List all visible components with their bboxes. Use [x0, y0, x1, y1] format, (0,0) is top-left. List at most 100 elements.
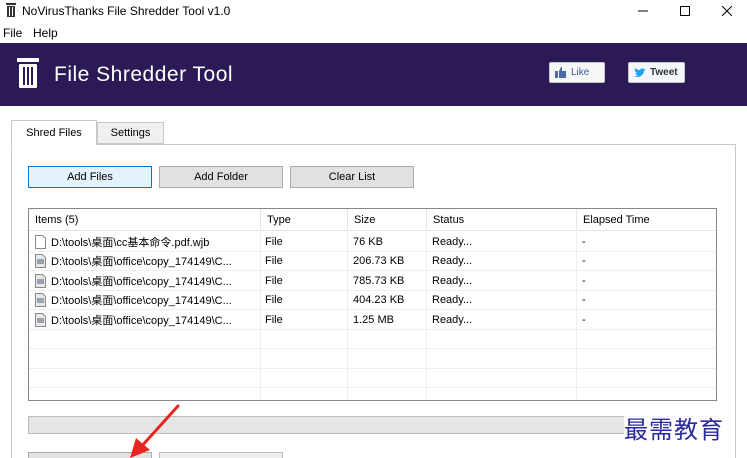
- item-elapsed-time-cell: -: [577, 232, 716, 251]
- empty-table-row[interactable]: [29, 349, 716, 369]
- item-elapsed-time-cell: -: [577, 271, 716, 290]
- facebook-like-button[interactable]: Like: [549, 62, 605, 83]
- item-size-cell: 206.73 KB: [348, 251, 427, 271]
- menu-bar: File Help: [0, 24, 747, 42]
- table-row[interactable]: D:\tools\桌面\office\copy_174149\C... File 1…: [29, 310, 716, 330]
- item-path-cell: [29, 368, 261, 388]
- item-type-cell: [261, 388, 348, 400]
- item-size-cell: [348, 349, 427, 368]
- item-type-cell: [261, 349, 348, 368]
- file-icon: [35, 254, 46, 268]
- item-type: File: [265, 255, 283, 267]
- item-type-cell: File: [261, 310, 348, 329]
- like-label: Like: [571, 67, 590, 78]
- tweet-button[interactable]: Tweet: [628, 62, 685, 83]
- item-elapsed-time-cell: [577, 349, 716, 368]
- item-size: 206.73 KB: [353, 255, 405, 267]
- thumbs-up-icon: [555, 67, 566, 78]
- item-type-cell: [261, 368, 348, 388]
- table-row[interactable]: D:\tools\桌面\office\copy_174149\C... File 2…: [29, 251, 716, 271]
- item-status: Ready...: [432, 274, 473, 287]
- maximize-icon: [680, 6, 690, 16]
- column-type[interactable]: Type: [261, 209, 348, 231]
- item-path: D:\tools\桌面\office\copy_174149\C...: [51, 314, 232, 327]
- item-path: D:\tools\桌面\office\copy_174149\C...: [51, 256, 232, 268]
- table-row[interactable]: D:\tools\桌面\office\copy_174149\C... File 4…: [29, 290, 716, 310]
- column-status[interactable]: Status: [427, 209, 577, 231]
- item-path-cell: D:\tools\桌面\office\copy_174149\C...: [29, 310, 261, 329]
- file-icon: [35, 273, 46, 288]
- item-elapsed-time: -: [582, 235, 586, 248]
- item-size-cell: 76 KB: [348, 232, 427, 251]
- item-status: Ready...: [432, 255, 473, 267]
- maximize-button[interactable]: [666, 0, 704, 22]
- item-path-cell: [29, 329, 261, 349]
- item-path-cell: D:\tools\桌面\cc基本命令.pdf.wjb: [29, 232, 261, 251]
- table-row[interactable]: D:\tools\桌面\office\copy_174149\C... File 7…: [29, 271, 716, 291]
- file-icon: [35, 312, 46, 327]
- tab-shred-files[interactable]: Shred Files: [11, 120, 97, 145]
- item-size-cell: [348, 388, 427, 400]
- item-elapsed-time-cell: -: [577, 310, 716, 329]
- table-row[interactable]: D:\tools\桌面\cc基本命令.pdf.wjb File 76 KB Ready…: [29, 232, 716, 252]
- item-path-cell: D:\tools\桌面\office\copy_174149\C...: [29, 251, 261, 271]
- item-status-cell: [427, 388, 577, 400]
- empty-table-row[interactable]: [29, 368, 716, 388]
- clear-list-button[interactable]: Clear List: [290, 166, 414, 188]
- item-status: Ready...: [432, 294, 473, 306]
- column-items[interactable]: Items (5): [29, 209, 261, 231]
- item-status-cell: [427, 329, 577, 349]
- window-title: NoVirusThanks File Shredder Tool v1.0: [22, 4, 231, 18]
- close-button[interactable]: [708, 0, 746, 22]
- item-status-cell: [427, 349, 577, 368]
- item-size-cell: [348, 368, 427, 388]
- column-elapsed-time[interactable]: Elapsed Time: [577, 209, 716, 231]
- item-status-cell: Ready...: [427, 251, 577, 271]
- item-size: 785.73 KB: [353, 274, 405, 287]
- item-elapsed-time: -: [582, 274, 586, 287]
- tweet-label: Tweet: [650, 67, 678, 78]
- item-size-cell: 1.25 MB: [348, 310, 427, 329]
- item-path: D:\tools\桌面\cc基本命令.pdf.wjb: [51, 236, 210, 249]
- item-type-cell: File: [261, 251, 348, 271]
- column-size[interactable]: Size: [348, 209, 427, 231]
- item-elapsed-time: -: [582, 255, 586, 267]
- item-status: Ready...: [432, 235, 473, 248]
- item-type-cell: File: [261, 232, 348, 251]
- item-status-cell: Ready...: [427, 232, 577, 251]
- item-size-cell: 404.23 KB: [348, 290, 427, 310]
- item-elapsed-time: -: [582, 313, 586, 326]
- banner-title: File Shredder Tool: [54, 63, 234, 86]
- minimize-icon: [638, 10, 648, 12]
- menu-help[interactable]: Help: [33, 26, 58, 40]
- file-icon: [35, 293, 46, 307]
- empty-table-row[interactable]: [29, 329, 716, 349]
- file-list[interactable]: Items (5) Type Size Status Elapsed Time …: [28, 208, 717, 401]
- tab-settings[interactable]: Settings: [97, 122, 164, 144]
- twitter-bird-icon: [634, 67, 646, 77]
- item-path: D:\tools\桌面\office\copy_174149\C...: [51, 295, 232, 307]
- item-type: File: [265, 294, 283, 306]
- add-files-button[interactable]: Add Files: [28, 166, 152, 188]
- menu-file[interactable]: File: [3, 26, 22, 40]
- shredder-app-icon: [6, 3, 16, 17]
- add-folder-button[interactable]: Add Folder: [159, 166, 283, 188]
- item-status-cell: Ready...: [427, 290, 577, 310]
- trash-icon: [17, 58, 39, 88]
- title-bar: NoVirusThanks File Shredder Tool v1.0: [0, 0, 747, 22]
- item-type: File: [265, 313, 283, 326]
- item-size: 404.23 KB: [353, 294, 405, 306]
- file-icon: [35, 234, 46, 249]
- minimize-button[interactable]: [624, 0, 662, 22]
- item-size-cell: 785.73 KB: [348, 271, 427, 290]
- item-elapsed-time-cell: [577, 388, 716, 400]
- item-elapsed-time-cell: [577, 369, 716, 388]
- item-type-cell: File: [261, 290, 348, 310]
- item-status: Ready...: [432, 313, 473, 326]
- item-type-cell: [261, 329, 348, 349]
- item-type: File: [265, 235, 283, 248]
- item-elapsed-time-cell: [577, 330, 716, 349]
- item-path-cell: D:\tools\桌面\office\copy_174149\C...: [29, 271, 261, 290]
- item-size-cell: [348, 329, 427, 349]
- item-path: D:\tools\桌面\office\copy_174149\C...: [51, 275, 232, 288]
